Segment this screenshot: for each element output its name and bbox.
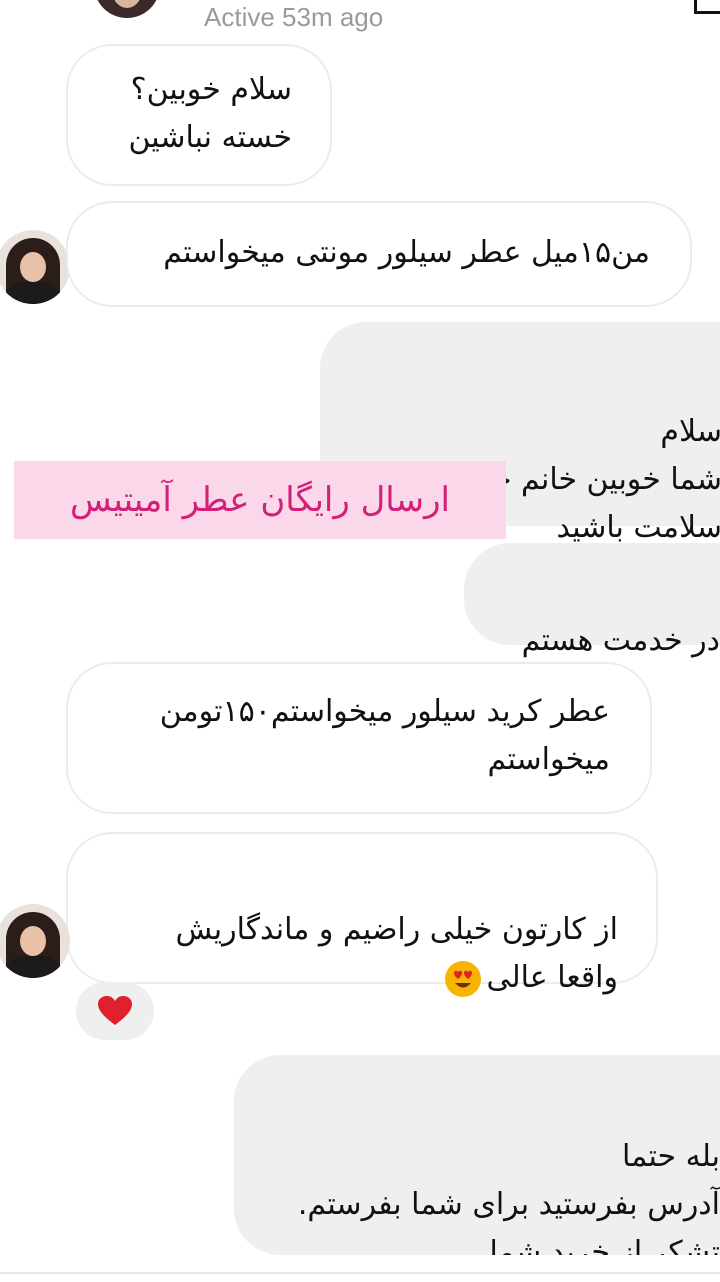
promo-banner: ارسال رایگان عطر آمیتیس (14, 461, 506, 539)
message-text: از کارتون خیلی راضیم و ماندگاریش واقعا ع… (175, 912, 618, 995)
new-message-icon[interactable] (694, 0, 720, 14)
outgoing-message-text: در خدمت هستم (521, 623, 720, 658)
incoming-message[interactable]: سلام خوبین؟ خسته نباشین (66, 44, 332, 186)
message-composer[interactable] (0, 1272, 720, 1282)
outgoing-message[interactable]: در خدمت هستم (464, 543, 720, 658)
heart-reaction[interactable] (76, 982, 154, 1040)
outgoing-message-text: بله حتما آدرس بفرستید برای شما بفرستم. ت… (297, 1139, 720, 1255)
incoming-message[interactable]: من۱۵میل عطر سیلور مونتی میخواستم (66, 201, 692, 307)
contact-avatar[interactable] (94, 0, 160, 18)
outgoing-message[interactable]: بله حتما آدرس بفرستید برای شما بفرستم. ت… (234, 1055, 720, 1255)
active-status: Active 53m ago (204, 2, 384, 32)
incoming-message[interactable]: از کارتون خیلی راضیم و ماندگاریش واقعا ع… (66, 832, 658, 997)
heart-eyes-emoji-icon (444, 960, 481, 997)
sender-avatar[interactable] (0, 230, 70, 304)
heart-icon (98, 996, 132, 1025)
incoming-message[interactable]: عطر کرید سیلور میخواستم۱۵۰تومن میخواستم (66, 662, 652, 814)
sender-avatar[interactable] (0, 904, 70, 978)
